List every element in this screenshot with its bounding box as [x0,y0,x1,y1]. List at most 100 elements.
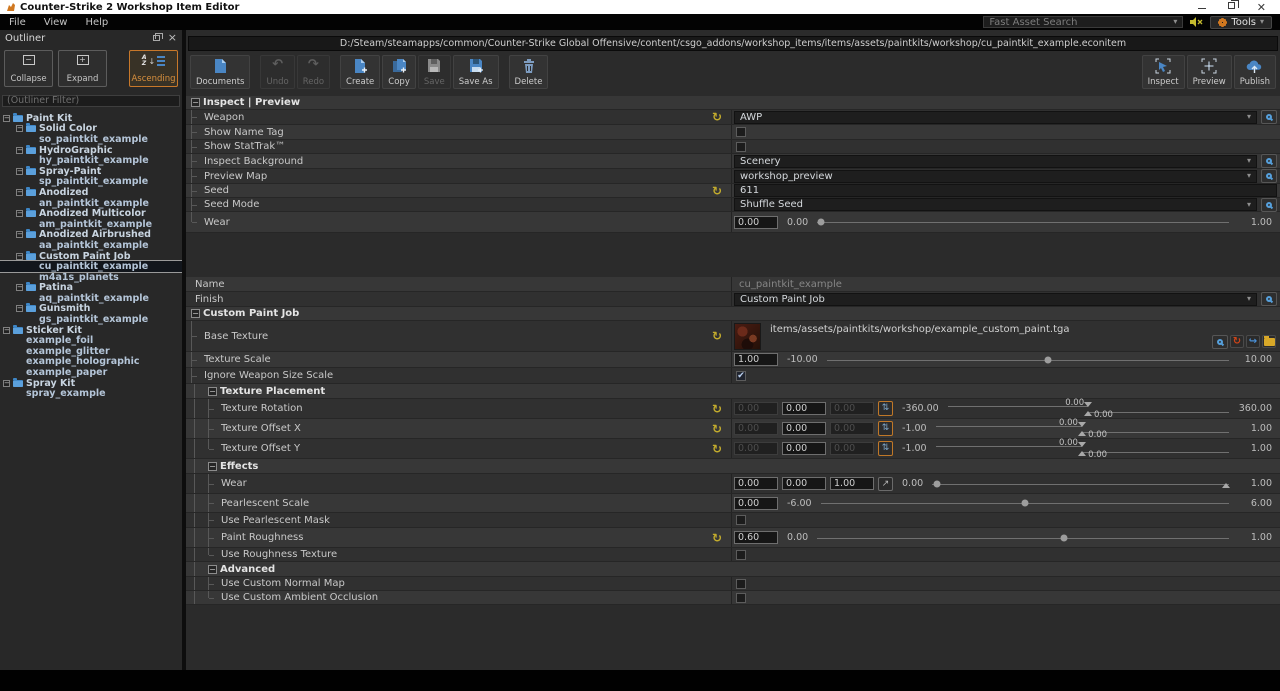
magnifier-button[interactable] [1261,197,1277,212]
tools-button[interactable]: Tools ▾ [1210,15,1272,29]
tree-folder-patina[interactable]: − Patina [0,282,182,293]
texture-offset-y-range-slider[interactable]: 0.00 0.00 [935,438,1229,460]
documents-button[interactable]: Documents [190,55,251,89]
tree-expander-icon[interactable]: − [16,210,23,218]
tree-item-example-foil[interactable]: example_foil [0,335,182,346]
ascending-sort-button[interactable]: A Z ↓ Ascending [129,50,178,87]
expand-vector-button[interactable]: ⇅ [878,401,893,416]
inspect-button[interactable]: Inspect [1141,55,1185,89]
collapse-section-icon[interactable]: − [191,98,200,107]
tree-expander-icon[interactable]: − [16,125,23,133]
texture-scale-value-input[interactable]: 1.00 [734,353,778,366]
tree-expander-icon[interactable]: − [3,114,10,122]
paint-roughness-slider[interactable] [817,531,1229,545]
magnifier-button[interactable] [1261,110,1277,124]
expand-button[interactable]: + Expand [58,50,107,87]
slider-handle[interactable] [817,218,825,226]
pearlescent-scale-slider[interactable] [820,496,1229,510]
expand-vector-button[interactable]: ⇅ [878,441,893,456]
slider-handle[interactable] [1044,356,1052,363]
magnifier-button[interactable] [1212,335,1228,349]
finish-dropdown[interactable]: Custom Paint Job ▾ [734,292,1257,306]
create-button[interactable]: Create [340,55,381,89]
tree-item-gs-paintkit-example[interactable]: gs_paintkit_example [0,314,182,325]
tree-item-example-glitter[interactable]: example_glitter [0,346,182,357]
publish-button[interactable]: Publish [1233,55,1276,89]
texture-offset-y-value-input[interactable]: 0.00 [782,442,826,455]
save-as-button[interactable]: Save As [452,55,499,89]
preview-button[interactable]: Preview [1186,55,1232,89]
wear-slider[interactable] [817,215,1229,229]
show-stattrak-checkbox[interactable] [736,141,746,152]
tree-folder-custom-paint-job[interactable]: − Custom Paint Job [0,250,182,262]
outliner-filter-input[interactable]: (Outliner Filter) [2,95,180,107]
tree-folder-anodized[interactable]: − Anodized [0,186,182,198]
mute-icon[interactable] [1189,16,1204,28]
texture-path-input[interactable]: items/assets/paintkits/workshop/example_… [765,324,1276,335]
texture-offset-y-value-input[interactable]: 0.00 [734,442,778,455]
tree-expander-icon[interactable]: − [16,252,23,260]
copy-button[interactable]: Copy [382,55,416,89]
menu-file[interactable]: File [0,17,35,28]
weapon-dropdown[interactable]: AWP ▾ [734,110,1257,124]
tree-item-m4a1s-planets[interactable]: m4a1s_planets [0,272,182,283]
expand-vector-button[interactable]: ⇅ [878,421,893,436]
range-handle-max[interactable] [1078,450,1087,456]
ignore-weapon-size-scale-checkbox[interactable]: ✔ [736,370,746,381]
use-custom-ambient-occlusion-checkbox[interactable] [736,592,746,603]
restore-button[interactable] [1227,0,1239,12]
tree-item-example-holographic[interactable]: example_holographic [0,356,182,367]
collapse-button[interactable]: − Collapse [4,50,53,87]
magnifier-button[interactable] [1261,169,1277,183]
redo-button[interactable]: ↷ Redo [296,55,331,89]
tree-expander-icon[interactable]: − [16,167,23,175]
refresh-icon[interactable]: ↻ [712,330,722,342]
collapse-section-icon[interactable]: − [208,461,217,471]
tree-folder-spray-kit[interactable]: − Spray Kit [0,377,182,389]
float-panel-icon[interactable] [152,33,163,41]
wear-value-input[interactable]: 0.00 [782,477,826,490]
tree-folder-anodized-airbrushed[interactable]: − Anodized Airbrushed [0,229,182,240]
tree-item-sp-paintkit-example[interactable]: sp_paintkit_example [0,176,182,187]
seed-mode-dropdown[interactable]: Shuffle Seed ▾ [734,198,1257,211]
refresh-icon[interactable]: ↻ [712,185,722,197]
collapse-section-icon[interactable]: − [191,309,200,318]
paint-roughness-value-input[interactable]: 0.60 [734,531,778,544]
tree-folder-sticker-kit[interactable]: − Sticker Kit [0,324,182,336]
close-button[interactable]: ✕ [1257,2,1266,13]
tree-expander-icon[interactable]: − [16,188,23,196]
tree-expander-icon[interactable]: − [16,231,23,239]
tree-item-aq-paintkit-example[interactable]: aq_paintkit_example [0,293,182,304]
seed-input[interactable]: 611 [734,184,1277,197]
preview-map-dropdown[interactable]: workshop_preview ▾ [734,169,1257,183]
texture-offset-x-range-slider[interactable]: 0.00 0.00 [935,418,1229,440]
texture-offset-y-value-input[interactable]: 0.00 [830,442,874,455]
close-panel-icon[interactable]: × [168,32,177,43]
menu-help[interactable]: Help [76,17,117,28]
tree-expander-icon[interactable]: − [3,326,10,334]
tree-expander-icon[interactable]: − [16,284,23,292]
tree-expander-icon[interactable]: − [16,146,23,154]
texture-rotation-value-input[interactable]: 0.00 [734,402,778,415]
fast-asset-search-input[interactable]: Fast Asset Search ▾ [983,16,1184,28]
menu-view[interactable]: View [35,17,77,28]
collapse-section-icon[interactable]: − [208,564,217,574]
remap-button[interactable]: ↗ [878,476,893,491]
undo-button[interactable]: ↶ Undo [260,55,295,89]
texture-thumbnail[interactable] [734,322,761,350]
range-handle-min[interactable] [1084,401,1093,407]
tree-item-aa-paintkit-example[interactable]: aa_paintkit_example [0,240,182,251]
tree-item-hy-paintkit-example[interactable]: hy_paintkit_example [0,155,182,166]
texture-offset-x-value-input[interactable]: 0.00 [830,422,874,435]
tree-folder-spray-paint[interactable]: − Spray-Paint [0,165,182,177]
use-pearlescent-mask-checkbox[interactable] [736,515,746,525]
range-handle-max[interactable] [1078,430,1087,436]
magnifier-button[interactable] [1261,292,1277,306]
magnifier-button[interactable] [1261,154,1277,168]
slider-handle[interactable] [1060,534,1068,541]
tree-folder-hydrographic[interactable]: − HydroGraphic [0,144,182,156]
collapse-section-icon[interactable]: − [208,386,217,396]
texture-offset-x-value-input[interactable]: 0.00 [782,422,826,435]
tree-item-am-paintkit-example[interactable]: am_paintkit_example [0,219,182,230]
range-handle-max[interactable] [1084,410,1093,416]
